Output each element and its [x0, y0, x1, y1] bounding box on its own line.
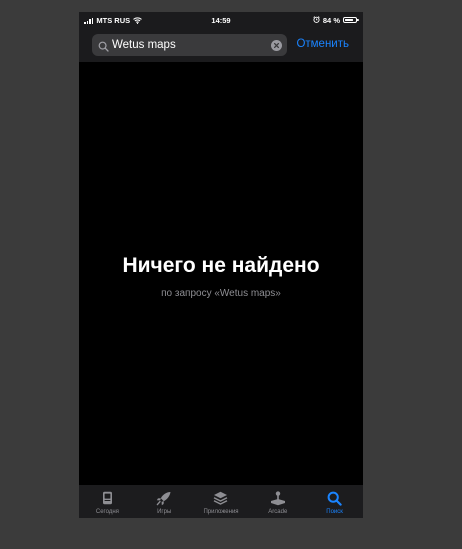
- screenshot-stage: MTS RUS 14:59 84 % Wetus maps Отменить Н…: [0, 0, 462, 549]
- rocket-icon: [156, 490, 172, 506]
- status-bar: MTS RUS 14:59 84 %: [79, 12, 363, 28]
- phone-screen: MTS RUS 14:59 84 % Wetus maps Отменить Н…: [79, 12, 363, 518]
- search-icon: [327, 490, 342, 506]
- battery-fill: [345, 19, 354, 21]
- cancel-button[interactable]: Отменить: [296, 38, 349, 50]
- tab-bar: Сегодня Игры Приложения Arcade Поиск: [79, 485, 363, 518]
- joystick-icon: [270, 490, 286, 506]
- tab-apps[interactable]: Приложения: [193, 485, 250, 518]
- search-input[interactable]: [112, 34, 262, 56]
- tab-today[interactable]: Сегодня: [79, 485, 136, 518]
- status-right: 84 %: [313, 15, 359, 25]
- tab-games[interactable]: Игры: [136, 485, 193, 518]
- clear-search-icon[interactable]: [271, 39, 282, 51]
- no-results-title: Ничего не найдено: [122, 254, 320, 277]
- battery-icon: [343, 17, 359, 23]
- tab-label: Поиск: [326, 509, 343, 515]
- layers-icon: [213, 490, 228, 506]
- tab-label: Игры: [157, 509, 172, 515]
- tab-search[interactable]: Поиск: [306, 485, 363, 518]
- search-icon: [98, 39, 109, 57]
- search-box[interactable]: [92, 34, 287, 56]
- alarm-icon: [313, 15, 320, 25]
- tab-label: Сегодня: [95, 509, 119, 515]
- search-header: Отменить: [79, 28, 363, 62]
- battery-percent: 84 %: [322, 15, 340, 25]
- tab-label: Приложения: [203, 509, 239, 515]
- today-icon: [102, 490, 113, 506]
- no-results-subtitle: по запросу «Wetus maps»: [161, 288, 281, 299]
- tab-arcade[interactable]: Arcade: [249, 485, 306, 518]
- tab-label: Arcade: [268, 509, 288, 515]
